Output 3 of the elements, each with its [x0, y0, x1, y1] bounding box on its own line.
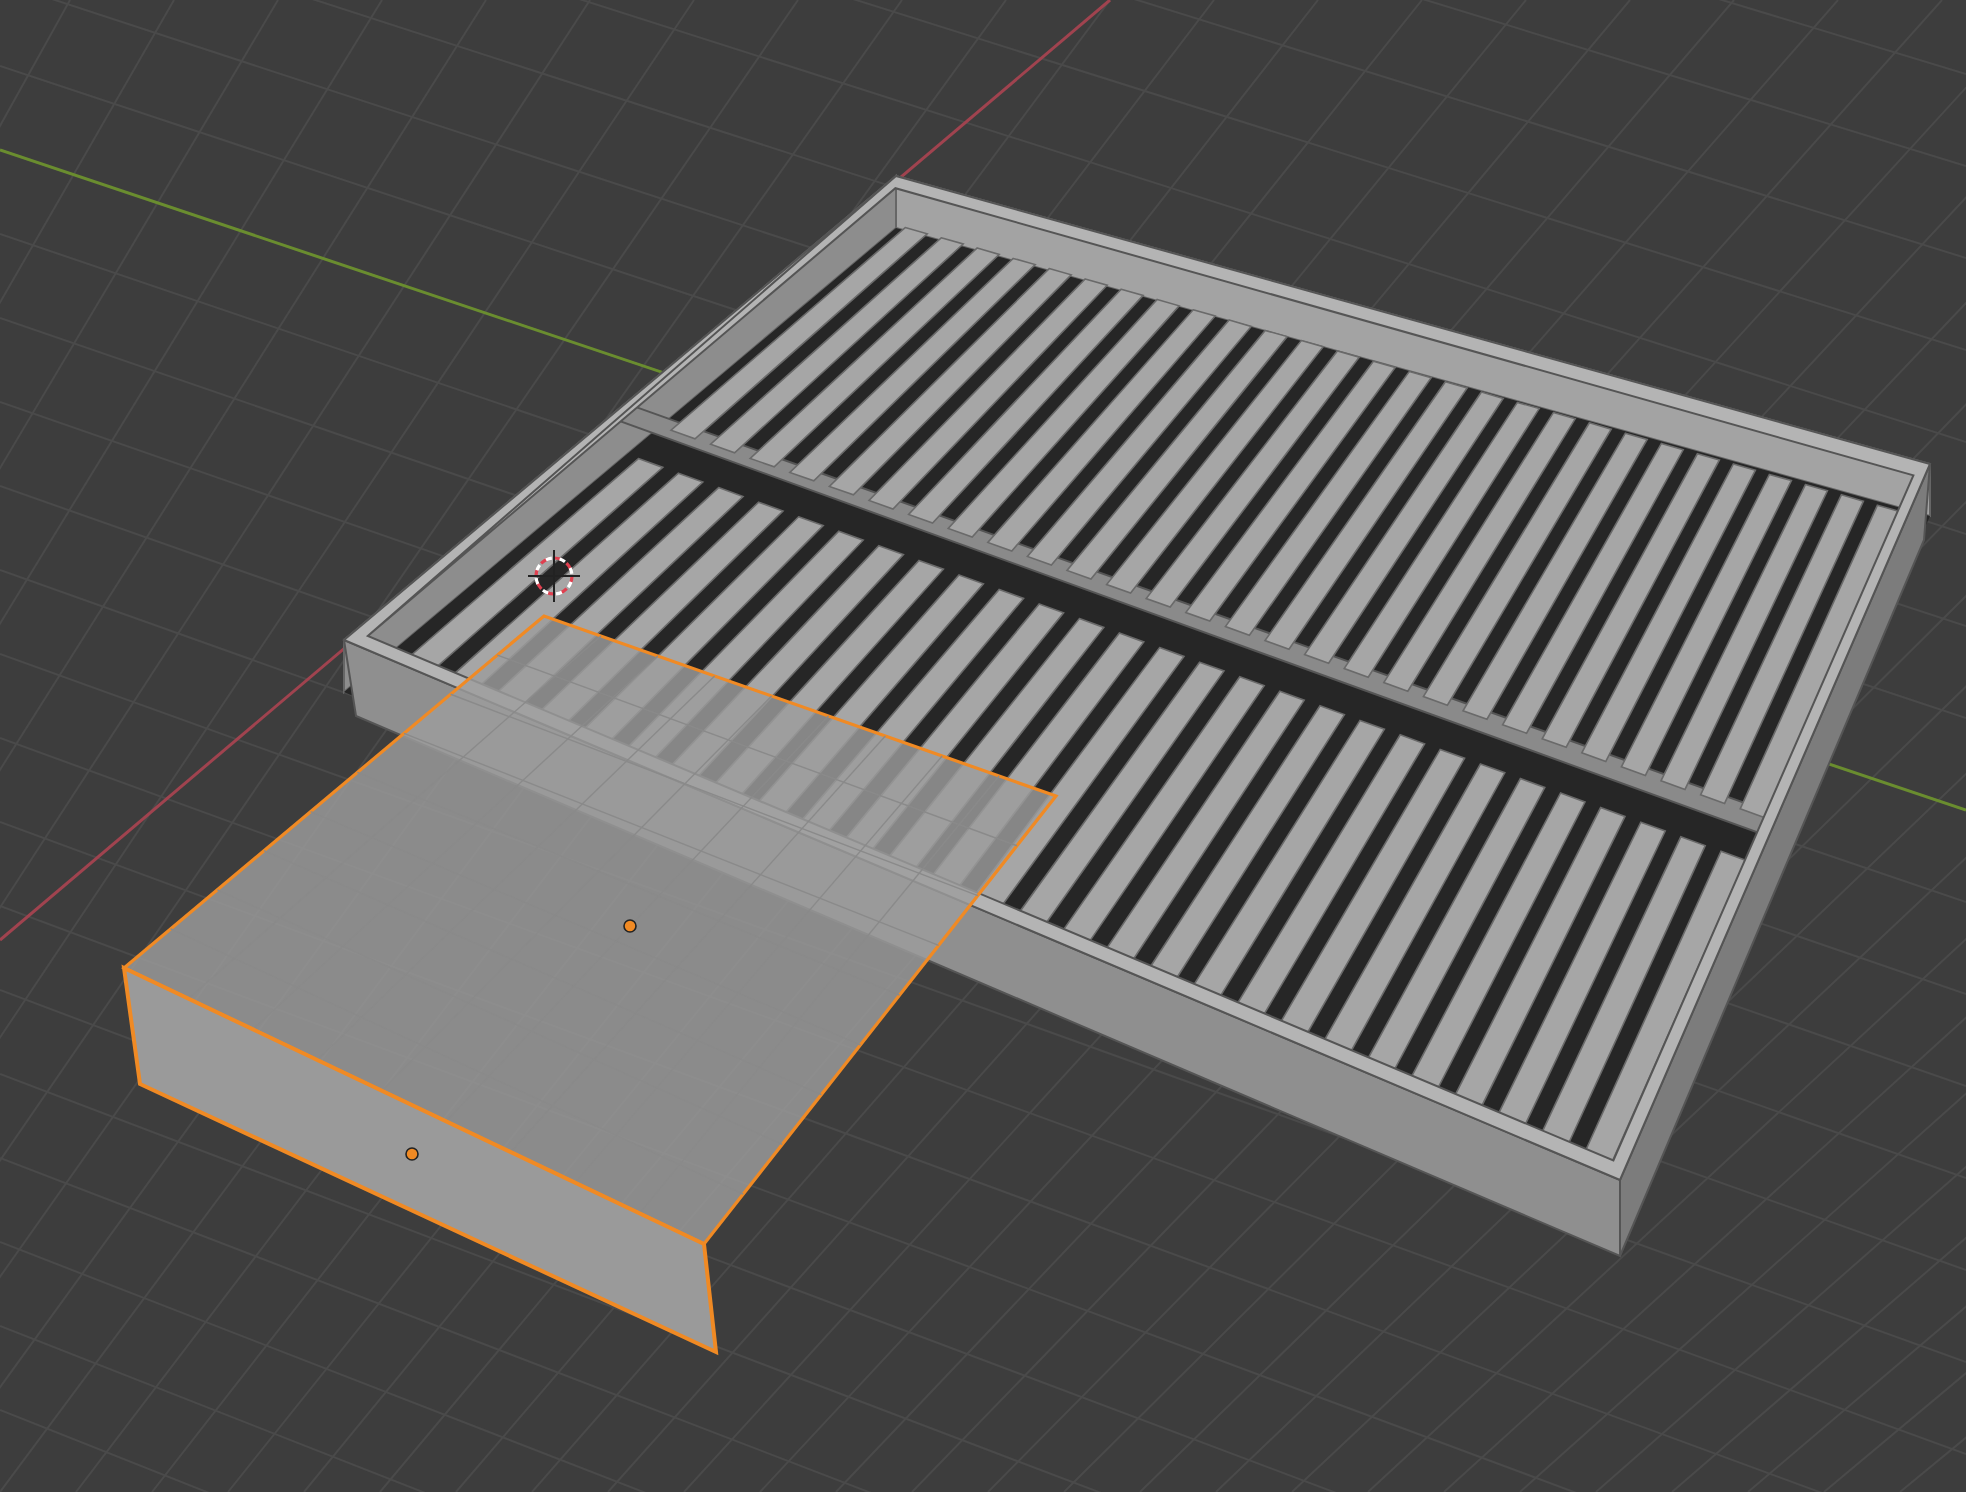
origin-dot-icon [405, 1147, 419, 1161]
origin-dot-icon [623, 919, 637, 933]
crosshair-cursor-icon[interactable] [527, 549, 581, 603]
